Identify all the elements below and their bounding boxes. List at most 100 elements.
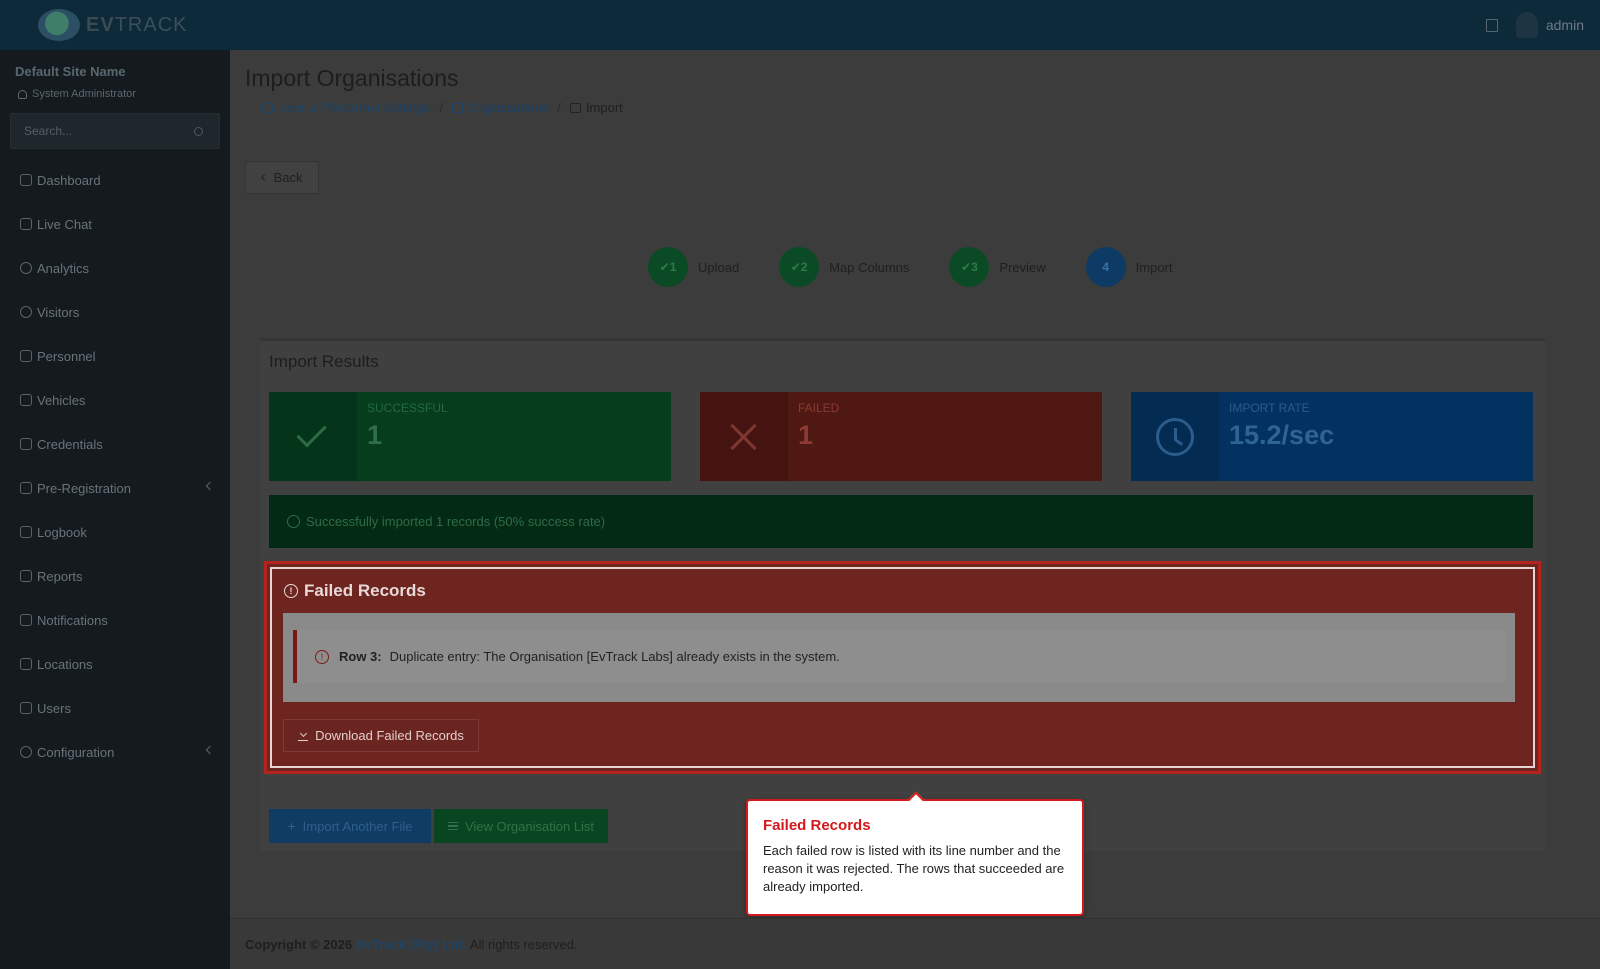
id-card-icon — [20, 438, 32, 450]
user-gear-icon — [20, 702, 32, 714]
successful-label: SUCCESSFUL — [367, 401, 448, 415]
failed-label: FAILED — [798, 401, 840, 415]
alert-circle-icon: ! — [315, 649, 329, 664]
success-message: Successfully imported 1 records (50% suc… — [306, 514, 606, 529]
failed-records-list: ! Row 3: Duplicate entry: The Organisati… — [283, 613, 1515, 702]
sidebar-item-configuration[interactable]: Configuration — [0, 730, 230, 774]
sidebar-nav: Dashboard Live Chat Analytics Visitors P… — [0, 158, 230, 774]
view-organisation-list-button[interactable]: View Organisation List — [434, 809, 608, 843]
sidebar-item-live-chat[interactable]: Live Chat — [0, 202, 230, 246]
download-icon — [298, 731, 309, 741]
breadcrumb-organisations[interactable]: Organisations — [452, 100, 548, 115]
top-navbar: EVTRACK admin — [0, 0, 1600, 50]
import-rate-value: 15.2/sec — [1229, 420, 1335, 450]
breadcrumb-import: Import — [569, 100, 623, 115]
step-check-icon: ✔ 2 — [779, 247, 820, 287]
company-link[interactable]: EvTrack (Pty) Ltd. — [356, 937, 466, 952]
arrows-icon — [20, 482, 32, 494]
sidebar-item-label: Locations — [37, 656, 93, 672]
brand-name: EVTRACK — [86, 13, 188, 36]
building-switch-icon[interactable] — [1485, 18, 1498, 32]
failed-record-row: ! Row 3: Duplicate entry: The Organisati… — [293, 630, 1505, 683]
list-icon — [447, 822, 458, 830]
sidebar-item-dashboard[interactable]: Dashboard — [0, 158, 230, 202]
row-number: Row 3: — [339, 649, 382, 664]
chat-icon — [20, 614, 32, 626]
chevron-left-icon — [205, 481, 215, 491]
target-icon — [20, 262, 32, 274]
successful-count: 1 — [367, 420, 383, 450]
building-icon — [452, 102, 464, 113]
avatar — [1515, 12, 1538, 38]
import-rate-label: IMPORT RATE — [1229, 401, 1310, 415]
search-input[interactable] — [11, 114, 191, 148]
step-upload: ✔ 1 Upload — [648, 247, 739, 287]
sidebar-item-analytics[interactable]: Analytics — [0, 246, 230, 290]
plus-icon: + — [287, 818, 296, 834]
user-menu[interactable]: admin — [1515, 12, 1584, 38]
user-icon — [18, 89, 27, 99]
alert-circle-icon: ! — [284, 584, 298, 598]
breadcrumb: User & Personnel Settings / Organisation… — [262, 100, 623, 115]
sidebar-item-label: Credentials — [37, 436, 103, 452]
gear-icon — [20, 746, 32, 758]
eye-icon — [20, 306, 32, 318]
x-icon — [729, 422, 759, 452]
sidebar-item-label: Dashboard — [37, 172, 101, 188]
sidebar-item-label: Notifications — [37, 612, 108, 628]
rights-text: All rights reserved. — [469, 936, 578, 952]
people-icon — [20, 350, 32, 362]
download-failed-records-button[interactable]: Download Failed Records — [283, 719, 479, 752]
step-check-icon: ✔ 1 — [648, 247, 688, 287]
sidebar-item-vehicles[interactable]: Vehicles — [0, 378, 230, 422]
sidebar-item-label: Personnel — [37, 348, 96, 364]
site-name: Default Site Name — [15, 64, 126, 79]
copyright-text: Copyright © 2026 — [245, 936, 353, 952]
upload-icon — [569, 102, 581, 113]
clock-icon — [1156, 417, 1194, 456]
sidebar-item-users[interactable]: Users — [0, 686, 230, 730]
failed-records-title: ! Failed Records — [284, 581, 426, 601]
check-icon — [296, 417, 327, 448]
book-icon — [20, 526, 32, 538]
import-steps: ✔ 1 Upload ✔ 2 Map Columns ✔ 3 Preview 4 Import — [648, 247, 1213, 287]
search-icon[interactable] — [194, 127, 203, 136]
import-another-file-button[interactable]: + Import Another File — [269, 809, 431, 843]
sidebar-item-label: Logbook — [37, 524, 87, 540]
car-icon — [20, 394, 32, 406]
sidebar-item-reports[interactable]: Reports — [0, 554, 230, 598]
sidebar-item-notifications[interactable]: Notifications — [0, 598, 230, 642]
back-button[interactable]: Back — [245, 161, 319, 194]
sidebar-item-label: Analytics — [37, 260, 90, 276]
step-number: 4 — [1085, 247, 1126, 287]
sidebar-search — [10, 113, 220, 149]
success-alert: Successfully imported 1 records (50% suc… — [269, 495, 1533, 548]
step-import: 4 Import — [1085, 247, 1173, 287]
row-error-message: Duplicate entry: The Organisation [EvTra… — [389, 649, 840, 664]
chart-icon — [20, 570, 32, 582]
card-title: Import Results — [269, 352, 379, 371]
sidebar: Default Site Name System Administrator D… — [0, 50, 230, 969]
step-map-columns: ✔ 2 Map Columns — [779, 247, 909, 287]
sidebar-item-visitors[interactable]: Visitors — [0, 290, 230, 334]
sidebar-item-credentials[interactable]: Credentials — [0, 422, 230, 466]
sidebar-item-label: Pre-Registration — [37, 480, 131, 496]
sidebar-item-personnel[interactable]: Personnel — [0, 334, 230, 378]
user-name: admin — [1545, 17, 1584, 33]
evtrack-logo-icon — [38, 9, 80, 41]
breadcrumb-user-personnel-settings[interactable]: User & Personnel Settings — [262, 100, 430, 115]
sidebar-item-label: Live Chat — [37, 216, 92, 232]
failed-stat-box: FAILED 1 — [700, 392, 1102, 481]
sidebar-item-logbook[interactable]: Logbook — [0, 510, 230, 554]
tooltip-body: Each failed row is listed with its line … — [763, 843, 1065, 894]
sidebar-item-label: Vehicles — [37, 392, 86, 408]
failed-count: 1 — [798, 420, 814, 450]
sidebar-item-label: Users — [37, 700, 71, 716]
brand-logo-link[interactable]: EVTRACK — [0, 0, 230, 50]
sidebar-item-label: Reports — [37, 568, 83, 584]
sidebar-item-pre-registration[interactable]: Pre-Registration — [0, 466, 230, 510]
successful-stat-box: SUCCESSFUL 1 — [269, 392, 671, 481]
chevron-left-icon — [205, 745, 215, 755]
sidebar-item-locations[interactable]: Locations — [0, 642, 230, 686]
chevron-left-icon — [260, 173, 268, 182]
